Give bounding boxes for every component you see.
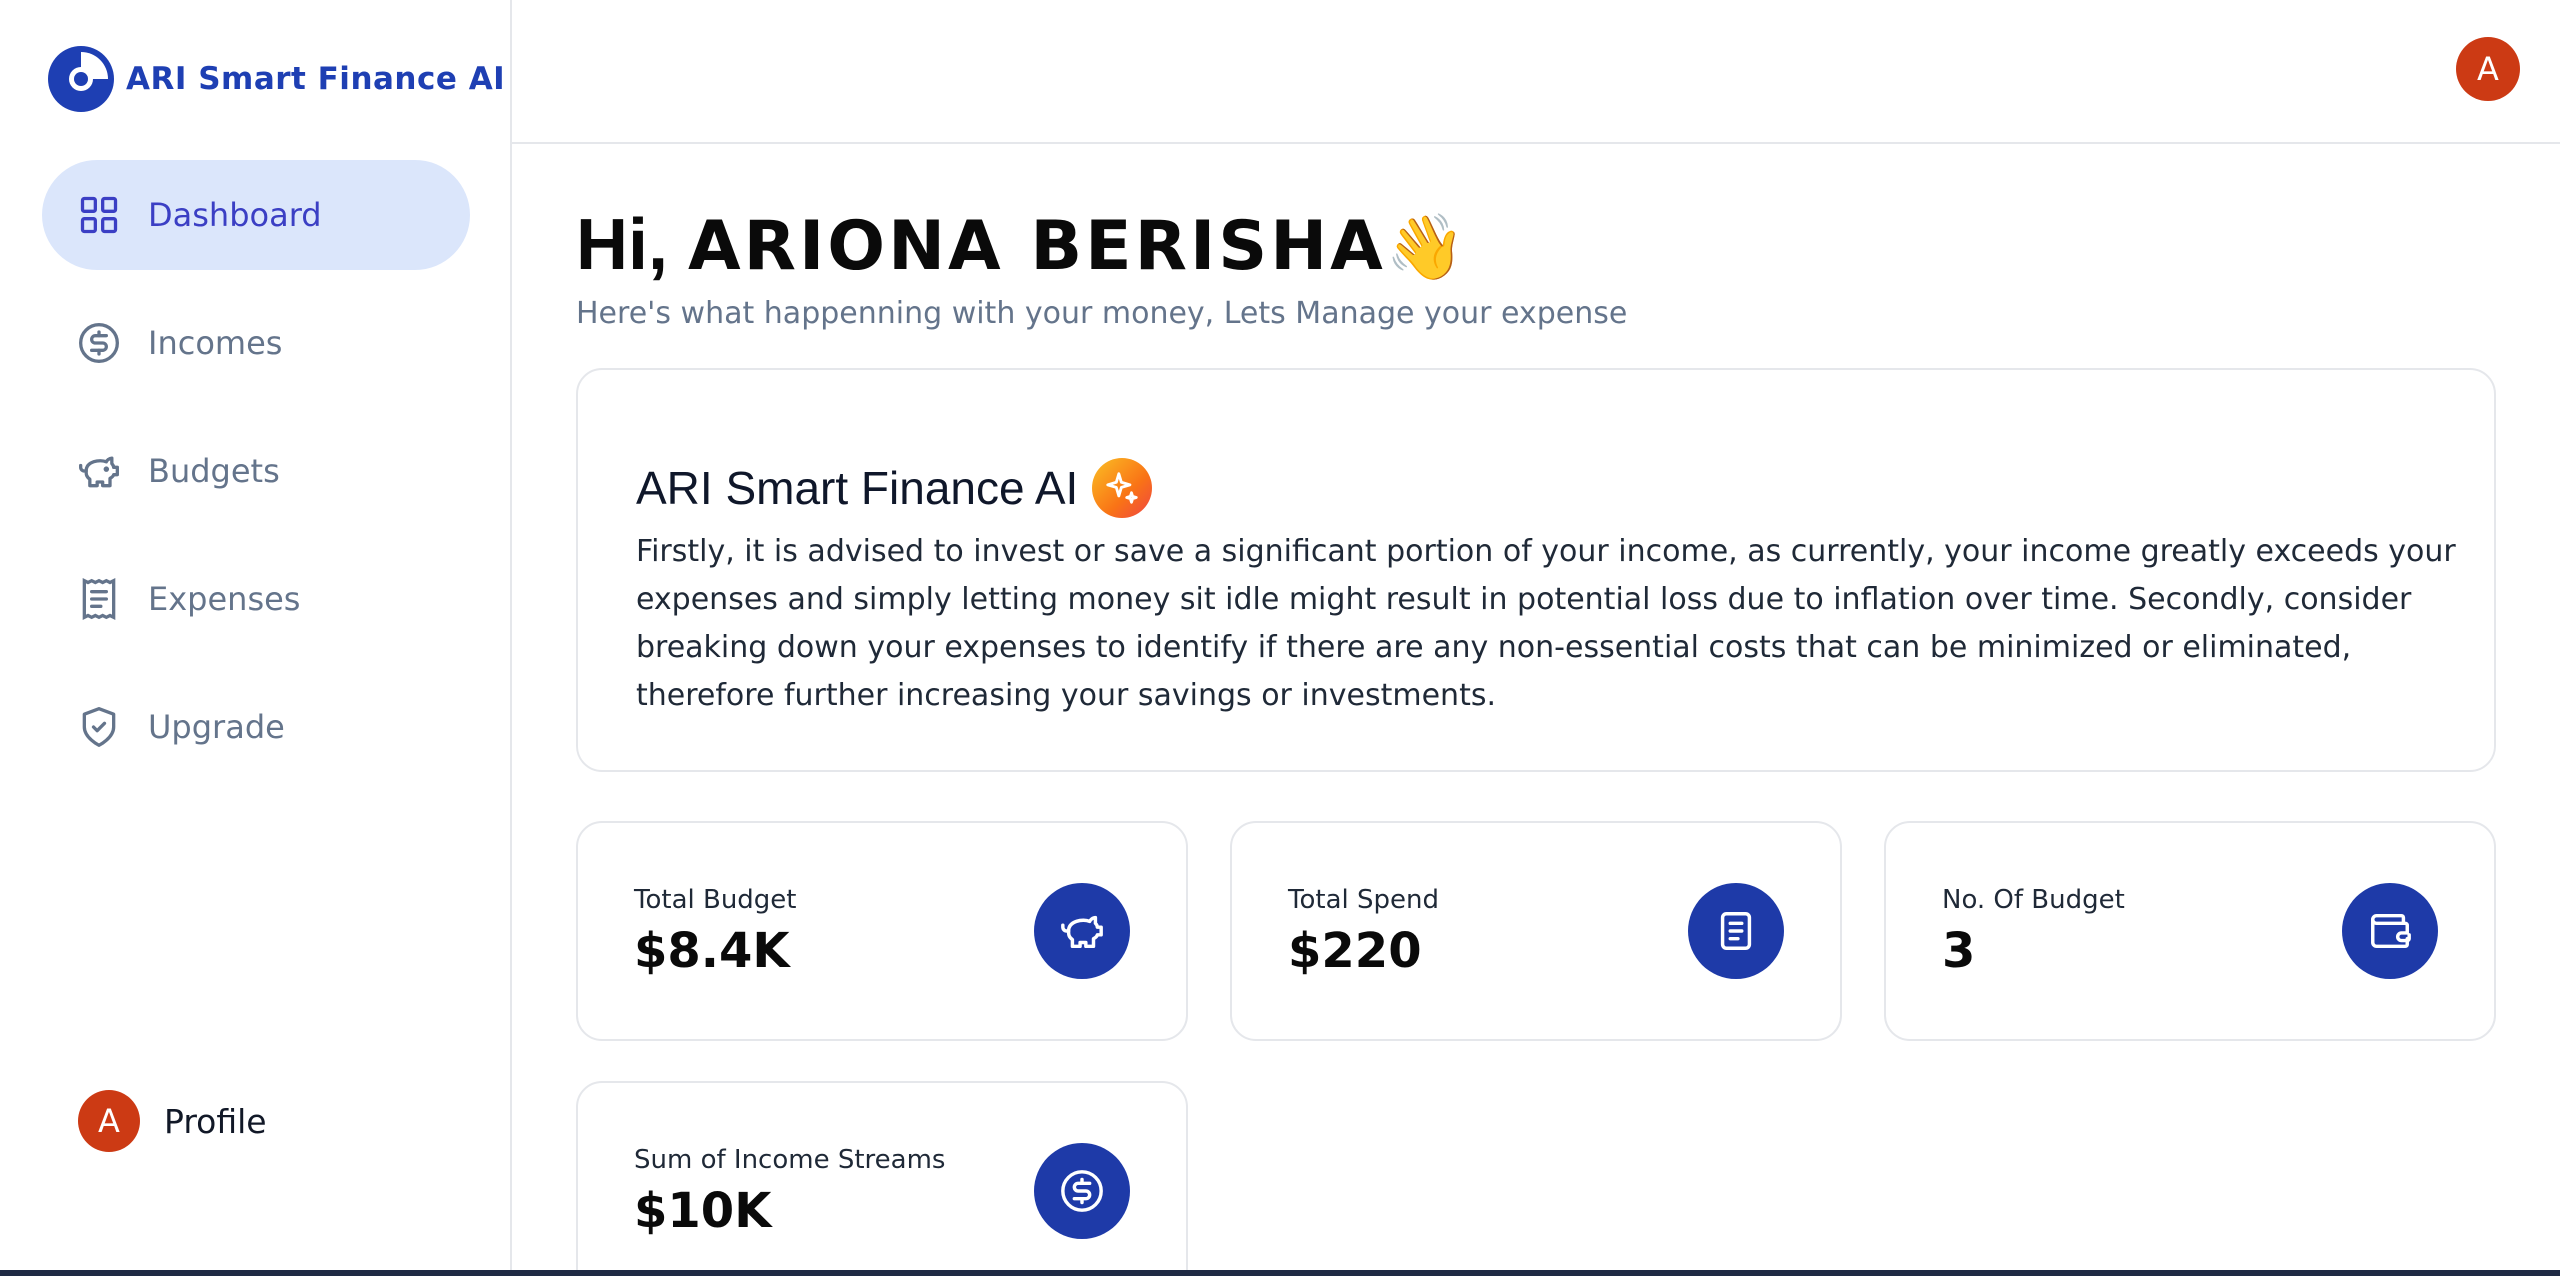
dollar-circle-icon xyxy=(76,320,122,366)
dollar-circle-icon xyxy=(1034,1143,1130,1239)
waving-hand-emoji: 👋 xyxy=(1385,211,1466,283)
greeting-prefix: Hi, xyxy=(576,205,689,285)
stat-label: Total Budget xyxy=(634,885,797,915)
sidebar-item-label: Upgrade xyxy=(148,708,285,746)
layout-grid-icon xyxy=(76,192,122,238)
sidebar-item-expenses[interactable]: Expenses xyxy=(42,544,470,654)
stat-card-total-budget: Total Budget $8.4K xyxy=(576,821,1188,1041)
stat-label: Sum of Income Streams xyxy=(634,1145,946,1175)
app-logo[interactable]: ARI Smart Finance AI xyxy=(46,44,505,114)
sidebar: ARI Smart Finance AI Dashboard Incomes B… xyxy=(0,0,512,1276)
stat-card-total-spend: Total Spend $220 xyxy=(1230,821,1842,1041)
receipt-icon xyxy=(76,576,122,622)
sidebar-item-upgrade[interactable]: Upgrade xyxy=(42,672,470,782)
sidebar-profile[interactable]: A Profile xyxy=(78,1090,267,1152)
window-bottom-edge xyxy=(0,1270,2560,1276)
stat-value: $220 xyxy=(1288,923,1422,979)
stat-value: $8.4K xyxy=(634,923,790,979)
stat-value: $10K xyxy=(634,1183,772,1239)
piggy-bank-icon xyxy=(1034,883,1130,979)
sidebar-item-dashboard[interactable]: Dashboard xyxy=(42,160,470,270)
ai-card-title: ARI Smart Finance AI xyxy=(636,458,1153,518)
sidebar-item-label: Budgets xyxy=(148,452,280,490)
wallet-icon xyxy=(2342,883,2438,979)
page-subtitle: Here's what happenning with your money, … xyxy=(576,296,1628,331)
app-name: ARI Smart Finance AI xyxy=(126,61,506,97)
profile-label: Profile xyxy=(164,1101,267,1141)
ai-advice-text: Firstly, it is advised to invest or save… xyxy=(636,534,2456,713)
sidebar-item-budgets[interactable]: Budgets xyxy=(42,416,470,526)
stat-label: Total Spend xyxy=(1288,885,1439,915)
piggy-bank-icon xyxy=(76,448,122,494)
sparkles-icon xyxy=(1092,458,1153,518)
top-header: A xyxy=(512,0,2560,144)
stat-card-budget-count: No. Of Budget 3 xyxy=(1884,821,2496,1041)
sidebar-nav: Dashboard Incomes Budgets Expenses Upgra… xyxy=(42,160,470,800)
sidebar-item-label: Incomes xyxy=(148,324,283,362)
shield-check-icon xyxy=(76,704,122,750)
ai-card-title-text: ARI Smart Finance AI xyxy=(636,462,1079,514)
receipt-icon xyxy=(1688,883,1784,979)
page-title: Hi, ARIONA BERISHA👋 xyxy=(576,204,1465,286)
user-avatar-button[interactable]: A xyxy=(2456,37,2520,101)
sidebar-item-label: Expenses xyxy=(148,580,301,618)
sidebar-item-incomes[interactable]: Incomes xyxy=(42,288,470,398)
sidebar-item-label: Dashboard xyxy=(148,196,322,234)
ai-advice-card: ARI Smart Finance AI Firstly, it is advi… xyxy=(576,368,2496,772)
user-name: ARIONA BERISHA xyxy=(688,207,1386,286)
stat-card-income-streams: Sum of Income Streams $10K xyxy=(576,1081,1188,1276)
avatar: A xyxy=(78,1090,140,1152)
logo-icon xyxy=(48,46,114,112)
stat-value: 3 xyxy=(1942,923,1976,979)
stat-label: No. Of Budget xyxy=(1942,885,2125,915)
